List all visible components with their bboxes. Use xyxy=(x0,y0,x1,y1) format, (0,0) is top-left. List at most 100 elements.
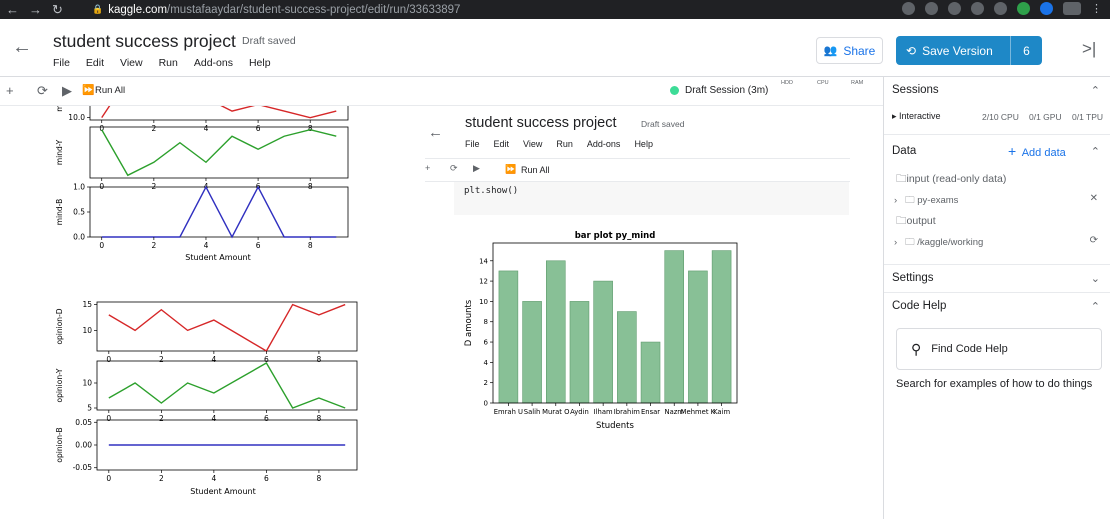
dataset-py-exams[interactable]: › 🗀 py-exams xyxy=(894,193,958,209)
bar xyxy=(711,250,732,404)
settings-title[interactable]: Settings xyxy=(892,272,934,284)
dataset-label: py-exams xyxy=(917,195,959,206)
run-all-button[interactable]: Run All xyxy=(95,85,125,96)
folder-icon: 🗀 xyxy=(905,237,915,248)
y-tick-label: 12 xyxy=(479,278,488,286)
gpu-usage: 0/1 GPU xyxy=(1029,112,1062,122)
run-icon[interactable]: ▶ xyxy=(62,83,72,99)
x-tick-label: 6 xyxy=(264,474,269,483)
x-axis-label: Student Amount xyxy=(190,487,255,496)
x-tick-label: Aydin xyxy=(570,408,589,416)
y-tick-label: 10.0 xyxy=(68,113,85,122)
x-tick-label: 0 xyxy=(99,182,104,191)
menu-add-ons[interactable]: Add-ons xyxy=(194,57,233,69)
x-tick-label: Murat O xyxy=(542,408,569,416)
extension-icon[interactable] xyxy=(1040,2,1053,15)
menu-edit[interactable]: Edit xyxy=(86,57,104,69)
embedded-draft-status: Draft saved xyxy=(641,119,685,129)
notebook-toolbar: + ⟳ ▶ ⏩ Run All Draft Session (3m) HDD C… xyxy=(0,77,884,106)
extension-icon[interactable] xyxy=(1017,2,1030,15)
star-icon[interactable] xyxy=(925,2,938,15)
collapse-panel-icon[interactable]: >| xyxy=(1082,39,1096,59)
notebook-title[interactable]: student success project xyxy=(53,31,236,52)
refresh-icon[interactable]: ⟳ xyxy=(1090,235,1098,246)
code-help-title[interactable]: Code Help xyxy=(892,300,946,312)
chevron-up-icon[interactable]: ⌃ xyxy=(1091,300,1100,313)
working-label: /kaggle/working xyxy=(917,237,984,248)
x-tick-label: 4 xyxy=(204,241,209,250)
sessions-title[interactable]: Sessions xyxy=(892,84,939,96)
hdd-meter: HDD xyxy=(781,80,793,86)
profile-avatar[interactable] xyxy=(1063,2,1081,15)
extension-icon[interactable] xyxy=(948,2,961,15)
share-button[interactable]: 👥 Share xyxy=(816,37,883,64)
x-tick-label: 0 xyxy=(106,355,111,364)
version-count: 6 xyxy=(1010,36,1042,65)
input-folder[interactable]: 🗀input (read-only data) xyxy=(896,171,1006,189)
embedded-toolbar: + ⟳ ▶ ⏩ Run All xyxy=(425,158,850,182)
run-icon: ▶ xyxy=(473,163,480,173)
x-tick-label: Salih xyxy=(524,408,541,416)
more-icon[interactable]: ⋮ xyxy=(1091,2,1102,15)
interactive-session-row[interactable]: ▸ Interactive xyxy=(892,111,941,122)
remove-icon[interactable]: ✕ xyxy=(1090,193,1098,204)
plus-icon: + xyxy=(1008,143,1017,159)
y-tick-label: 8 xyxy=(484,318,488,326)
add-cell-icon[interactable]: + xyxy=(6,83,14,98)
save-version-button[interactable]: ⟲ Save Version 6 xyxy=(896,36,1042,65)
x-tick-label: 8 xyxy=(308,182,313,191)
y-tick-label: 1.0 xyxy=(73,183,85,192)
bar xyxy=(546,260,566,404)
extension-icon[interactable] xyxy=(994,2,1007,15)
x-tick-label: Ibrahim xyxy=(614,408,640,416)
y-axis-label: opinion-D xyxy=(55,308,64,344)
bar-plot: bar plot py_mind Emrah U Salih Murat O Aydin… xyxy=(464,231,738,431)
address-bar[interactable]: kaggle.com/mustafaaydar/student-success-… xyxy=(108,4,460,16)
find-code-help-input[interactable]: ⚲ Find Code Help xyxy=(896,328,1102,370)
y-tick-label: 0.05 xyxy=(75,418,92,427)
chevron-down-icon[interactable]: ⌄ xyxy=(1091,272,1100,285)
x-tick-label: 8 xyxy=(317,474,322,483)
chevron-up-icon[interactable]: ⌃ xyxy=(1091,145,1100,158)
back-arrow-icon[interactable]: ← xyxy=(6,2,19,18)
menu-view[interactable]: View xyxy=(120,57,143,69)
code-cell[interactable]: plt.show() xyxy=(454,182,849,215)
reload-icon[interactable]: ↻ xyxy=(52,2,63,18)
x-tick-label: 0 xyxy=(99,241,104,250)
run-all-icon[interactable]: ⏩ xyxy=(82,85,94,96)
data-title[interactable]: Data xyxy=(892,145,916,157)
embedded-menu-run: Run xyxy=(556,139,573,149)
x-tick-label: 6 xyxy=(256,124,261,133)
output-folder[interactable]: 🗀output xyxy=(896,213,936,231)
series-line xyxy=(101,106,337,119)
back-arrow-icon[interactable]: ← xyxy=(12,36,32,59)
embedded-menu-file: File xyxy=(465,139,480,149)
session-indicator xyxy=(670,86,679,95)
bar xyxy=(498,270,519,404)
extension-icon[interactable] xyxy=(971,2,984,15)
y-axis-label: opinion-Y xyxy=(55,368,64,402)
session-status[interactable]: Draft Session (3m) xyxy=(670,85,768,96)
add-cell-icon: + xyxy=(425,163,431,173)
x-tick-label: 0 xyxy=(106,414,111,423)
restart-icon[interactable]: ⟳ xyxy=(37,83,48,99)
run-all-icon: ⏩ xyxy=(505,164,517,174)
x-tick-label: 2 xyxy=(151,241,156,250)
translate-icon[interactable] xyxy=(902,2,915,15)
series-line xyxy=(108,303,346,352)
y-axis-label: opinion-B xyxy=(55,427,64,462)
people-icon: 👥 xyxy=(823,45,838,57)
folder-icon: 🗀 xyxy=(905,195,915,206)
right-sidebar: Sessions ⌃ ▸ Interactive 2/10 CPU 0/1 GP… xyxy=(884,77,1110,519)
x-tick-label: 2 xyxy=(159,355,164,364)
code-help-hint: Search for examples of how to do things xyxy=(896,378,1093,390)
working-folder[interactable]: › 🗀 /kaggle/working xyxy=(894,235,983,251)
save-version-label: Save Version xyxy=(922,43,993,58)
x-tick-label: 6 xyxy=(264,414,269,423)
add-data-button[interactable]: + Add data xyxy=(1008,143,1066,159)
menu-file[interactable]: File xyxy=(53,57,70,69)
menu-help[interactable]: Help xyxy=(249,57,271,69)
menu-run[interactable]: Run xyxy=(159,57,178,69)
forward-arrow-icon[interactable]: → xyxy=(29,2,42,18)
chevron-up-icon[interactable]: ⌃ xyxy=(1091,84,1100,97)
